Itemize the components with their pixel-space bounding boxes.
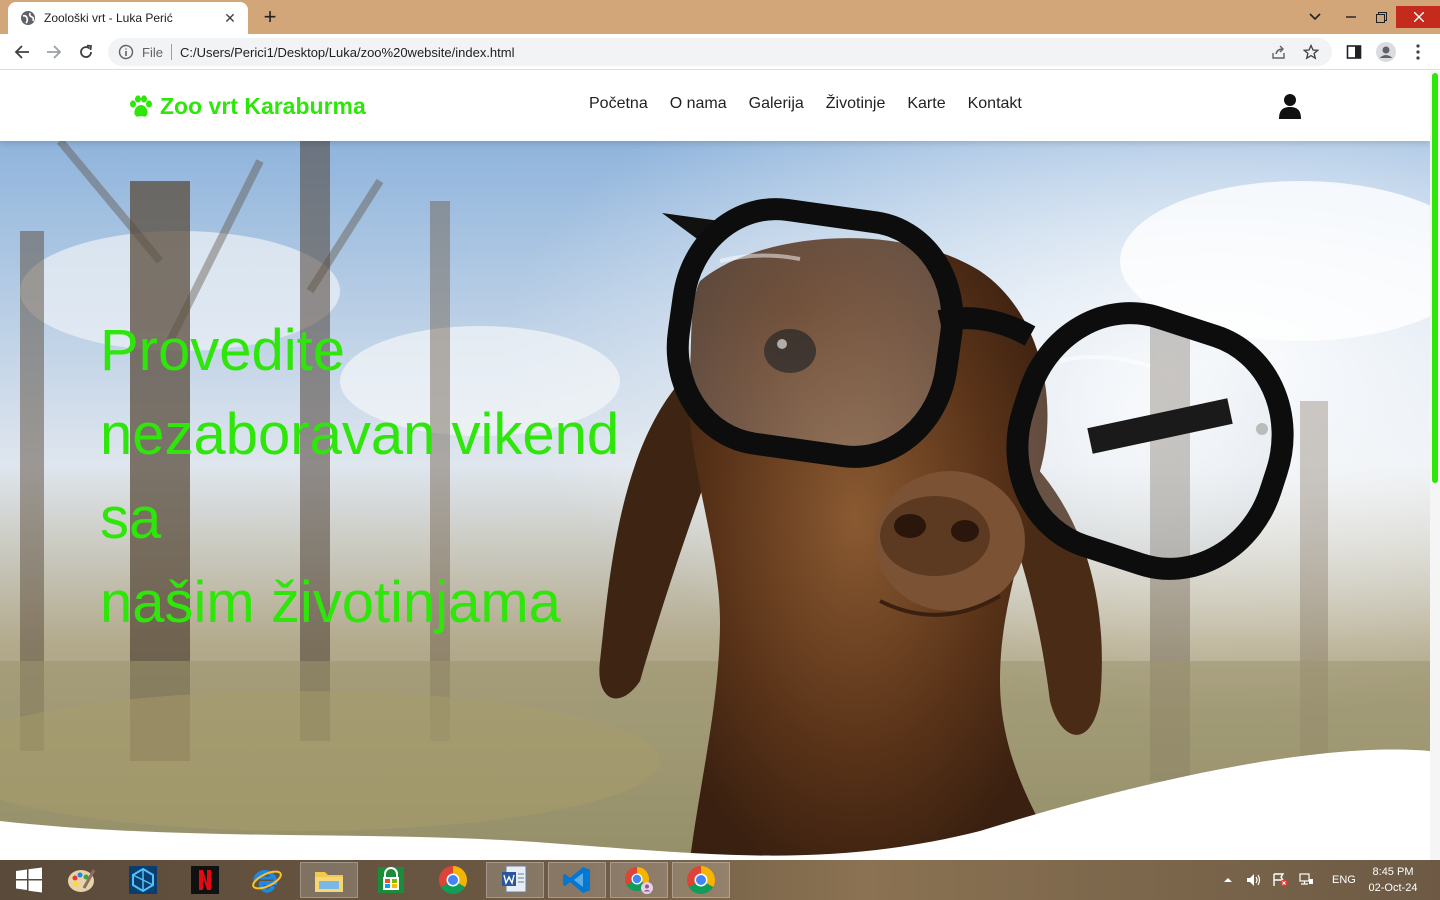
arrow-right-icon (47, 45, 62, 59)
nav-zivotinje[interactable]: Životinje (826, 95, 886, 113)
virtualbox-app-icon[interactable] (114, 862, 172, 898)
arrow-left-icon (14, 45, 29, 59)
user-icon[interactable] (1278, 93, 1302, 119)
nav-galerija[interactable]: Galerija (749, 95, 804, 113)
clock-time: 8:45 PM (1372, 866, 1414, 878)
page-scrollbar[interactable] (1430, 71, 1440, 860)
address-bar[interactable]: File C:/Users/Perici1/Desktop/Luka/zoo%2… (108, 38, 1332, 66)
profile-avatar-icon[interactable] (1374, 40, 1398, 64)
paw-icon (130, 94, 152, 117)
tab-search-chevron-icon[interactable] (1304, 7, 1326, 27)
forward-button[interactable] (42, 40, 66, 64)
nav-kontakt[interactable]: Kontakt (968, 95, 1022, 113)
nav-karte[interactable]: Karte (907, 95, 945, 113)
hero-line-4: našim životinjama (100, 570, 561, 635)
reload-icon (80, 44, 93, 58)
chrome-app-icon[interactable] (424, 862, 482, 898)
logo-text: Zoo vrt Karaburma (160, 93, 366, 119)
windows-taskbar: ENG 8:45 PM 02-Oct-24 (0, 860, 1440, 900)
web-page: Zoo vrt Karaburma Početna O nama Galerij… (0, 71, 1430, 860)
chrome-profile-app-icon[interactable] (610, 862, 668, 898)
hero-headline: Provedite nezaboravan vikend sa našim ži… (100, 309, 660, 645)
language-indicator[interactable]: ENG (1332, 874, 1356, 886)
volume-icon[interactable] (1246, 873, 1262, 887)
omnibox-separator (170, 44, 172, 60)
vscode-app-icon[interactable] (548, 862, 606, 898)
reload-button[interactable] (74, 40, 98, 64)
clock-date: 02-Oct-24 (1368, 882, 1418, 894)
site-logo[interactable]: Zoo vrt Karaburma (128, 93, 366, 120)
browser-toolbar: File C:/Users/Perici1/Desktop/Luka/zoo%2… (0, 34, 1440, 70)
browser-titlebar: Zoološki vrt - Luka Perić ✕ + (0, 0, 1440, 34)
url-text[interactable]: C:/Users/Perici1/Desktop/Luka/zoo%20webs… (180, 45, 1268, 60)
file-explorer-app-icon[interactable] (300, 862, 358, 898)
globe-icon (21, 11, 35, 25)
word-document-app-icon[interactable] (486, 862, 544, 898)
network-icon[interactable] (1298, 873, 1314, 887)
main-nav: Početna O nama Galerija Životinje Karte … (578, 95, 1033, 113)
menu-kebab-icon[interactable] (1406, 40, 1430, 64)
browser-tab[interactable]: Zoološki vrt - Luka Perić ✕ (8, 2, 248, 34)
hero-line-2: nezaboravan vikend (100, 402, 620, 467)
side-panel-icon[interactable] (1342, 40, 1366, 64)
scrollbar-thumb[interactable] (1432, 73, 1438, 483)
nav-o-nama[interactable]: O nama (670, 95, 727, 113)
restore-button[interactable] (1366, 6, 1396, 28)
info-icon[interactable] (118, 44, 134, 60)
windows-logo-icon (16, 867, 42, 893)
netflix-app-icon[interactable] (176, 862, 234, 898)
tab-title: Zoološki vrt - Luka Perić (44, 11, 173, 25)
taskbar-clock[interactable]: 8:45 PM 02-Oct-24 (1358, 864, 1428, 896)
tray-expand-icon[interactable] (1222, 875, 1234, 885)
share-icon[interactable] (1268, 41, 1290, 63)
hero-line-1: Provedite (100, 318, 346, 383)
minimize-button[interactable] (1336, 6, 1366, 28)
paint-app-icon[interactable] (52, 862, 110, 898)
back-button[interactable] (10, 40, 34, 64)
new-tab-button[interactable]: + (258, 4, 282, 29)
url-scheme-label: File (142, 44, 163, 60)
start-button[interactable] (0, 862, 58, 898)
chrome-active-app-icon[interactable] (672, 862, 730, 898)
tab-close-button[interactable]: ✕ (222, 10, 238, 26)
action-center-flag-icon[interactable] (1272, 873, 1288, 887)
store-app-icon[interactable] (362, 862, 420, 898)
nav-pocetna[interactable]: Početna (589, 95, 648, 113)
bookmark-star-icon[interactable] (1300, 41, 1322, 63)
hero-line-3: sa (100, 486, 162, 551)
internet-explorer-app-icon[interactable] (238, 862, 296, 898)
site-header: Zoo vrt Karaburma Početna O nama Galerij… (0, 71, 1430, 141)
close-window-button[interactable] (1396, 6, 1440, 28)
hero-section: Provedite nezaboravan vikend sa našim ži… (0, 141, 1430, 860)
